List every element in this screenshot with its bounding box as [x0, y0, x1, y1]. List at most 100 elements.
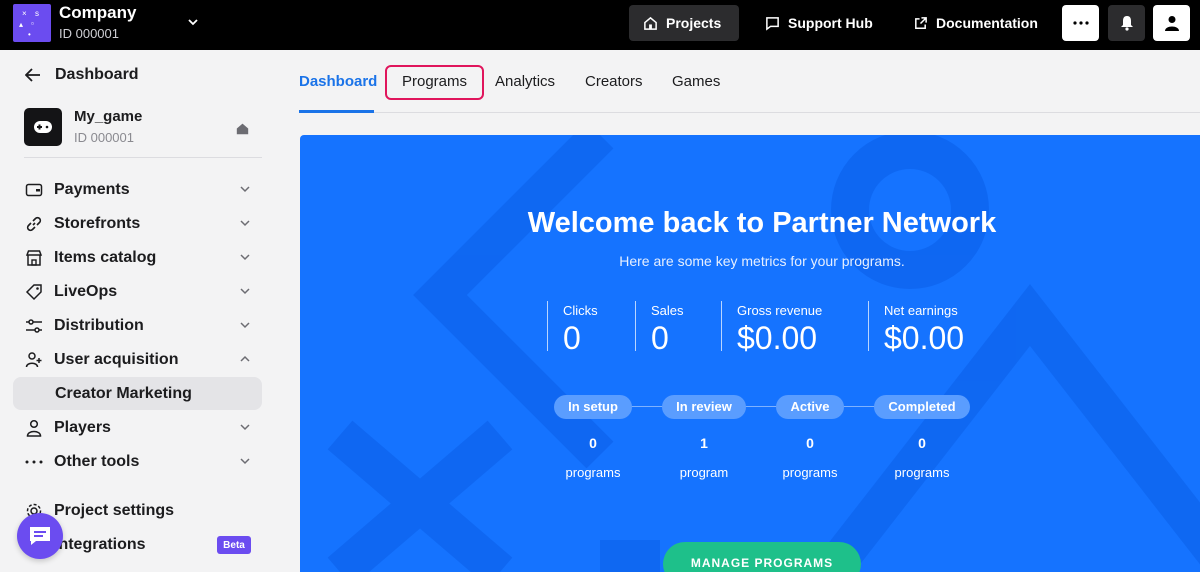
stage-unit: programs [894, 465, 950, 480]
gamepad-icon [34, 121, 52, 133]
metric-sales: Sales 0 [635, 301, 684, 356]
tab-programs[interactable]: Programs [402, 73, 467, 90]
stage-pill: Active [776, 395, 844, 419]
sidebar: Dashboard My_game ID 000001 Payments Sto… [0, 50, 275, 572]
chat-bubble-icon [766, 16, 779, 31]
tab-creators[interactable]: Creators [585, 73, 643, 90]
chevron-down-icon [240, 288, 250, 295]
link-icon [24, 214, 44, 234]
sidebar-item-liveops[interactable]: LiveOps [24, 277, 252, 307]
sidebar-item-label: Integrations [54, 536, 146, 553]
sidebar-item-label: Distribution [54, 317, 144, 334]
sidebar-item-label: Project settings [54, 502, 175, 519]
home-icon[interactable] [236, 122, 249, 135]
dots-icon [24, 452, 44, 472]
sidebar-item-label: Players [54, 419, 111, 436]
sidebar-item-label: Other tools [54, 453, 140, 470]
tag-icon [24, 282, 44, 302]
game-name: My_game [74, 108, 143, 125]
hero-subtitle: Here are some key metrics for your progr… [619, 253, 905, 269]
chevron-down-icon[interactable] [186, 15, 200, 29]
chat-icon [30, 527, 50, 545]
stage-pill: Completed [874, 395, 970, 419]
sidebar-item-user-acquisition[interactable]: User acquisition [24, 345, 252, 375]
back-to-dashboard[interactable]: Dashboard [25, 66, 139, 84]
external-link-icon [915, 16, 927, 29]
bell-icon [1120, 16, 1133, 31]
sidebar-item-other-tools[interactable]: Other tools [24, 447, 252, 477]
manage-programs-button[interactable]: MANAGE PROGRAMS [663, 542, 861, 572]
documentation-label: Documentation [936, 15, 1038, 31]
documentation-button[interactable]: Documentation [899, 5, 1052, 41]
tab-analytics[interactable]: Analytics [495, 73, 555, 90]
sidebar-item-players[interactable]: Players [24, 413, 252, 443]
sidebar-item-distribution[interactable]: Distribution [24, 311, 252, 341]
back-label: Dashboard [55, 66, 139, 83]
chevron-down-icon [240, 186, 250, 193]
game-switcher[interactable]: My_game ID 000001 [24, 108, 262, 156]
support-hub-label: Support Hub [788, 15, 873, 31]
tab-dashboard[interactable]: Dashboard [299, 73, 377, 90]
arrow-left-icon [25, 68, 40, 82]
chevron-down-icon [240, 424, 250, 431]
sidebar-item-creator-marketing[interactable]: Creator Marketing [13, 377, 262, 410]
stage-pill: In setup [554, 395, 632, 419]
metric-value: 0 [563, 320, 581, 356]
hero-title: Welcome back to Partner Network [527, 207, 997, 239]
welcome-hero: Welcome back to Partner Network Here are… [300, 135, 1200, 572]
stage-in-setup[interactable]: In setup 0 programs [537, 395, 649, 480]
sidebar-item-label: Items catalog [54, 249, 157, 266]
support-hub-button[interactable]: Support Hub [751, 5, 887, 41]
sidebar-item-label: Creator Marketing [55, 384, 192, 402]
stage-count: 0 [918, 435, 926, 451]
stage-completed[interactable]: Completed 0 programs [866, 395, 978, 480]
wallet-icon [24, 180, 44, 200]
metric-clicks: Clicks 0 [547, 301, 598, 356]
stage-unit: programs [565, 465, 621, 480]
active-tab-indicator [299, 110, 374, 113]
notifications-button[interactable] [1108, 5, 1145, 41]
metric-gross-revenue: Gross revenue $0.00 [721, 301, 822, 356]
user-icon [1164, 16, 1179, 31]
top-bar: × s ▴ ▫ • Company ID 000001 Projects Suppo… [0, 0, 1200, 50]
sidebar-divider [24, 157, 262, 158]
metric-label: Clicks [563, 303, 598, 318]
chevron-down-icon [240, 220, 250, 227]
stage-count: 1 [700, 435, 708, 451]
chevron-down-icon [240, 458, 250, 465]
metric-label: Sales [651, 303, 684, 318]
stage-unit: program [679, 465, 729, 480]
stage-active[interactable]: Active 0 programs [754, 395, 866, 480]
company-name: Company [59, 3, 137, 22]
account-button[interactable] [1153, 5, 1190, 41]
beta-badge: Beta [217, 536, 251, 554]
tab-games[interactable]: Games [672, 73, 720, 90]
sliders-icon [24, 316, 44, 336]
company-logo[interactable]: × s ▴ ▫ • [13, 4, 51, 42]
game-avatar [24, 108, 62, 146]
projects-label: Projects [666, 15, 722, 31]
chat-support-button[interactable] [17, 513, 63, 559]
home-icon [644, 16, 657, 30]
sidebar-item-label: Payments [54, 181, 130, 198]
company-switcher[interactable]: Company ID 000001 [59, 3, 136, 41]
more-button[interactable] [1062, 5, 1099, 41]
sidebar-item-payments[interactable]: Payments [24, 175, 252, 205]
game-id: ID 000001 [74, 130, 134, 145]
metric-value: $0.00 [884, 320, 965, 356]
stage-in-review[interactable]: In review 1 program [648, 395, 760, 480]
chevron-up-icon [240, 355, 250, 362]
metric-value: 0 [651, 320, 669, 356]
stage-count: 0 [806, 435, 814, 451]
person-icon [24, 418, 44, 438]
add-user-icon [24, 350, 44, 370]
chevron-down-icon [240, 322, 250, 329]
company-id: ID 000001 [59, 26, 119, 41]
tab-bar: Dashboard Programs Analytics Creators Ga… [299, 50, 1200, 113]
projects-button[interactable]: Projects [629, 5, 739, 41]
sidebar-item-items-catalog[interactable]: Items catalog [24, 243, 252, 273]
sidebar-item-label: LiveOps [54, 283, 118, 300]
metric-value: $0.00 [737, 320, 818, 356]
sidebar-item-storefronts[interactable]: Storefronts [24, 209, 252, 239]
sidebar-item-label: Storefronts [54, 215, 141, 232]
